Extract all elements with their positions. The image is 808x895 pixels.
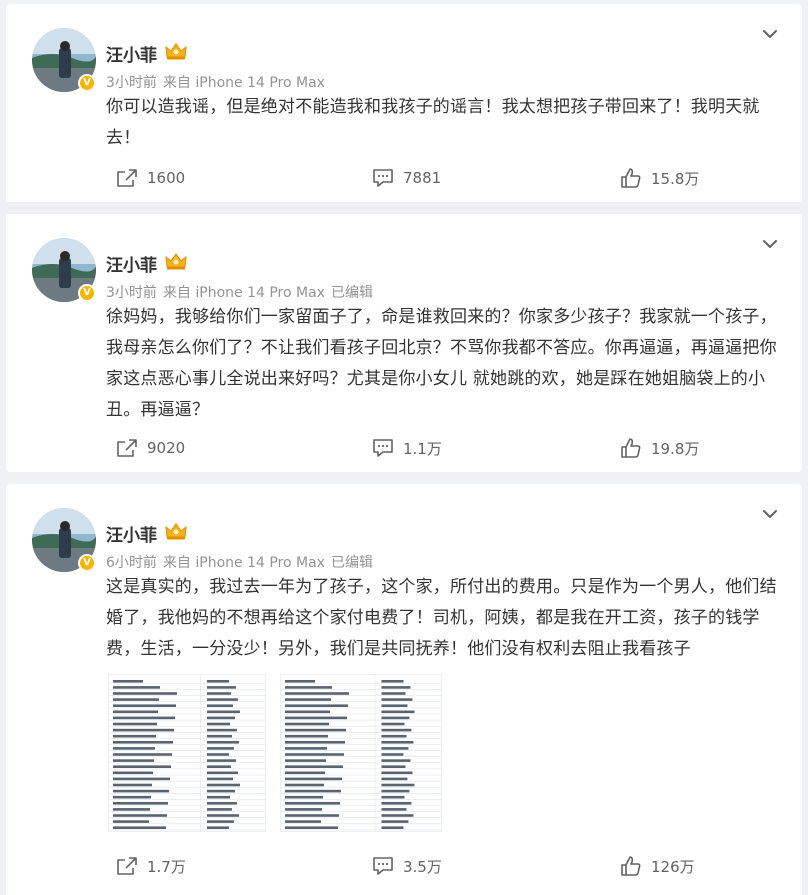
verified-badge-icon: V: [78, 284, 96, 302]
like-count: 126万: [651, 857, 695, 876]
action-bar: 1600 7881 15.8万: [6, 166, 802, 190]
chevron-down-icon[interactable]: [762, 28, 778, 40]
chevron-down-icon[interactable]: [762, 238, 778, 250]
share-icon: [117, 439, 137, 457]
expense-screenshot-image[interactable]: [280, 674, 442, 832]
share-button[interactable]: 1600: [116, 166, 185, 190]
like-count: 19.8万: [651, 439, 700, 458]
comment-count: 7881: [403, 169, 442, 187]
crown-icon[interactable]: [164, 41, 188, 61]
share-icon: [117, 857, 137, 875]
post-card: V 汪小菲 3小时前 来自 iPhone 14 Pro Max 你可以造我谣，但是…: [6, 4, 802, 202]
comment-icon: [373, 857, 393, 875]
verified-badge-icon: V: [78, 74, 96, 92]
post-source: 来自 iPhone 14 Pro Max: [162, 285, 325, 301]
post-meta: 3小时前 来自 iPhone 14 Pro Max: [106, 72, 337, 92]
edited-label: 已编辑: [330, 555, 373, 571]
share-count: 9020: [147, 439, 186, 457]
like-button[interactable]: 126万: [620, 854, 695, 878]
post-card: V 汪小菲 6小时前 来自 iPhone 14 Pro Max 已编辑 这是真实的，…: [6, 484, 802, 895]
crown-icon[interactable]: [164, 251, 188, 271]
post-text: 徐妈妈，我够给你们一家留面子了，命是谁救回来的？你家多少孩子？我家就一个孩子，我…: [106, 307, 777, 420]
post-text: 你可以造我谣，但是绝对不能造我和我孩子的谣言！我太想把孩子带回来了！我明天就去！: [106, 97, 760, 148]
post-source: 来自 iPhone 14 Pro Max: [162, 555, 325, 571]
post-time[interactable]: 3小时前: [106, 75, 157, 91]
post-time[interactable]: 6小时前: [106, 555, 157, 571]
action-bar: 1.7万 3.5万 126万: [6, 854, 802, 878]
share-count: 1600: [147, 169, 186, 187]
share-button[interactable]: 1.7万: [116, 854, 186, 878]
post-card: V 汪小菲 3小时前 来自 iPhone 14 Pro Max 已编辑 徐妈妈，我够…: [6, 214, 802, 472]
like-button[interactable]: 15.8万: [620, 166, 699, 190]
username[interactable]: 汪小菲: [106, 41, 157, 66]
comment-button[interactable]: 1.1万: [372, 436, 442, 460]
crown-icon[interactable]: [164, 521, 188, 541]
verified-badge-icon: V: [78, 554, 96, 572]
username[interactable]: 汪小菲: [106, 521, 157, 546]
comment-icon: [373, 169, 393, 187]
comment-count: 3.5万: [403, 857, 442, 876]
comment-button[interactable]: 3.5万: [372, 854, 442, 878]
like-icon: [621, 438, 641, 458]
like-count: 15.8万: [651, 169, 700, 188]
like-icon: [621, 168, 641, 188]
like-button[interactable]: 19.8万: [620, 436, 699, 460]
share-button[interactable]: 9020: [116, 436, 185, 460]
comment-icon: [373, 439, 393, 457]
post-time[interactable]: 3小时前: [106, 285, 157, 301]
expense-screenshot-image[interactable]: [108, 674, 266, 832]
comment-button[interactable]: 7881: [372, 166, 441, 190]
share-count: 1.7万: [147, 857, 186, 876]
post-source: 来自 iPhone 14 Pro Max: [162, 75, 325, 91]
chevron-down-icon[interactable]: [762, 508, 778, 520]
post-meta: 3小时前 来自 iPhone 14 Pro Max 已编辑: [106, 282, 379, 302]
post-meta: 6小时前 来自 iPhone 14 Pro Max 已编辑: [106, 552, 379, 572]
share-icon: [117, 169, 137, 187]
edited-label: 已编辑: [330, 285, 373, 301]
action-bar: 9020 1.1万 19.8万: [6, 436, 802, 460]
like-icon: [621, 856, 641, 876]
post-text: 这是真实的，我过去一年为了孩子，这个家，所付出的费用。只是作为一个男人，他们结婚…: [106, 577, 777, 659]
comment-count: 1.1万: [403, 439, 442, 458]
username[interactable]: 汪小菲: [106, 251, 157, 276]
